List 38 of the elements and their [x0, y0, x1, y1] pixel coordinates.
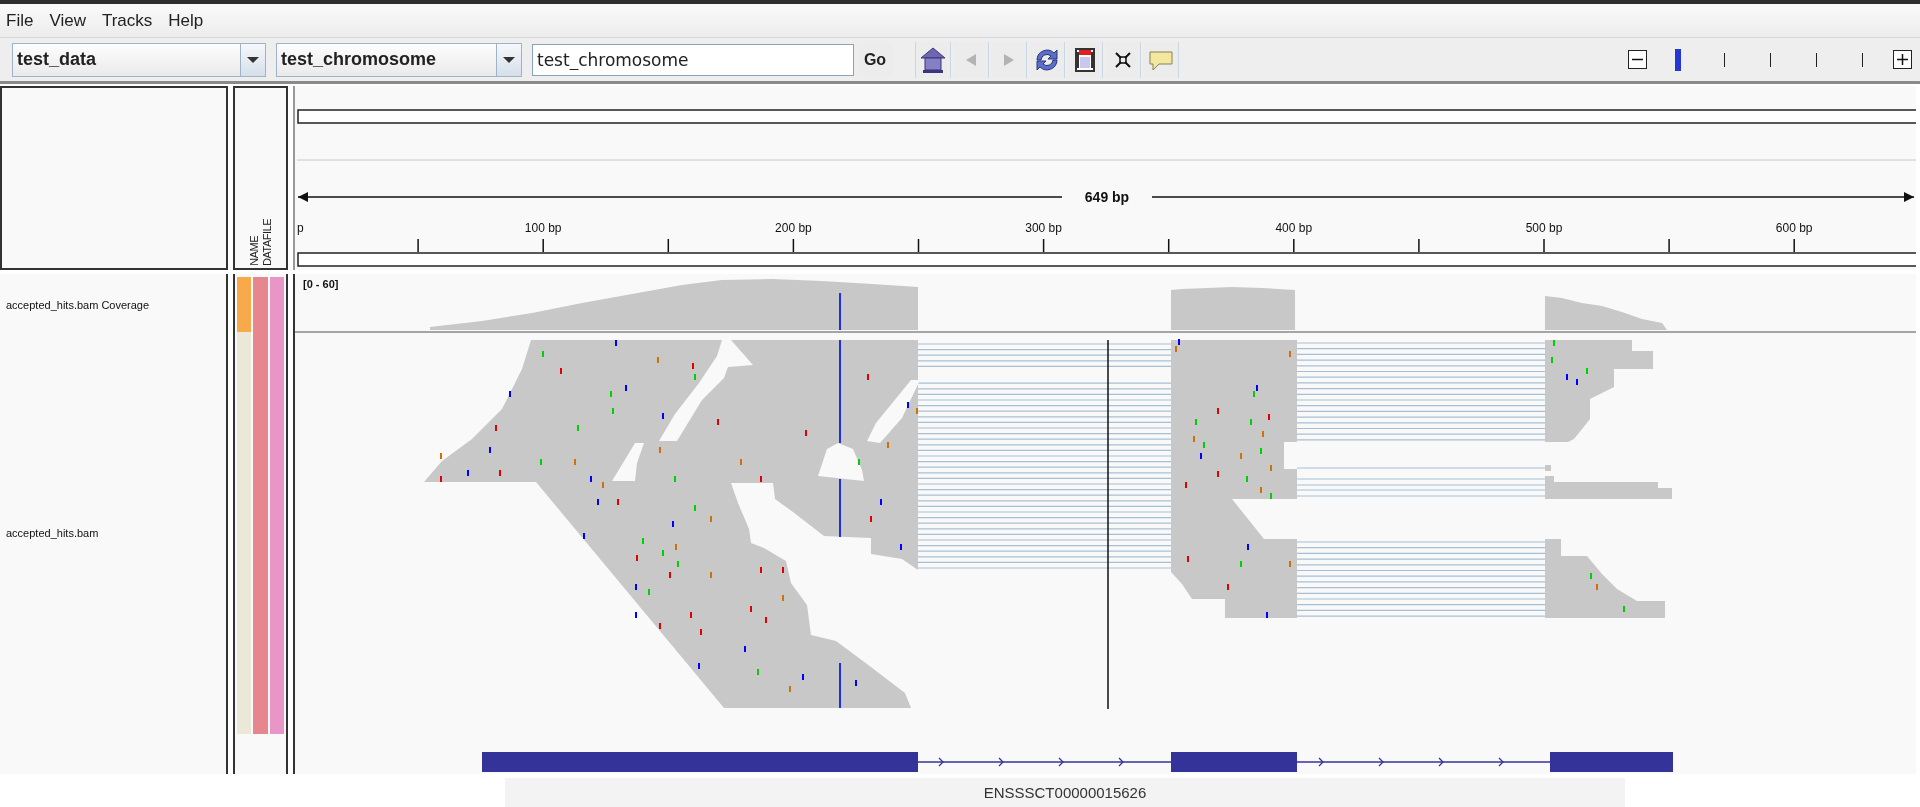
column-header[interactable]: DATAFILE: [260, 219, 274, 266]
tick-label: 200 bp: [775, 221, 812, 235]
tick-mark: [542, 238, 544, 253]
tick-label: 300 bp: [1025, 221, 1062, 235]
column-header[interactable]: NAME: [247, 236, 261, 266]
track-name[interactable]: accepted_hits.bam Coverage: [6, 298, 150, 311]
menu-item[interactable]: Help: [162, 10, 214, 31]
zoom-in-button[interactable]: [1893, 50, 1912, 69]
locus-field[interactable]: test_chromosome: [532, 43, 854, 76]
range-label: [0 - 60]: [303, 278, 339, 290]
tick-label: p: [297, 221, 304, 235]
forward-arrow-icon: [1003, 53, 1014, 66]
tick-mark: [1418, 238, 1420, 253]
span-label: 649 bp: [1084, 189, 1130, 205]
dropdown[interactable]: test_chromosome: [276, 42, 522, 77]
back-arrow-icon: [965, 53, 976, 66]
tick-mark: [417, 238, 419, 253]
caret-icon: [247, 55, 259, 64]
tick-mark: [1668, 238, 1670, 253]
tick-mark: [1793, 238, 1795, 253]
chromosome-ideogram[interactable]: [297, 109, 1916, 124]
gene-label: ENSSSCT00000015626: [505, 778, 1625, 807]
tick-label: 100 bp: [524, 221, 562, 235]
house-button[interactable]: [915, 41, 951, 78]
menu-item[interactable]: File: [0, 10, 44, 31]
tick-label: 500 bp: [1525, 221, 1563, 235]
plus-icon: [1896, 53, 1909, 66]
menu-item[interactable]: Tracks: [95, 10, 163, 31]
gene-drawing[interactable]: [482, 752, 1673, 772]
zoom-out-button[interactable]: [1628, 50, 1647, 69]
tick-label: 600 bp: [1775, 221, 1813, 235]
tick-mark: [1543, 238, 1545, 253]
track-name[interactable]: accepted_hits.bam: [6, 527, 99, 539]
dropdown[interactable]: test_data: [12, 42, 266, 77]
menu-item[interactable]: View: [43, 10, 96, 31]
tick-label: 400 bp: [1275, 221, 1313, 235]
tick-mark: [1293, 238, 1295, 253]
caret-icon: [503, 55, 515, 64]
